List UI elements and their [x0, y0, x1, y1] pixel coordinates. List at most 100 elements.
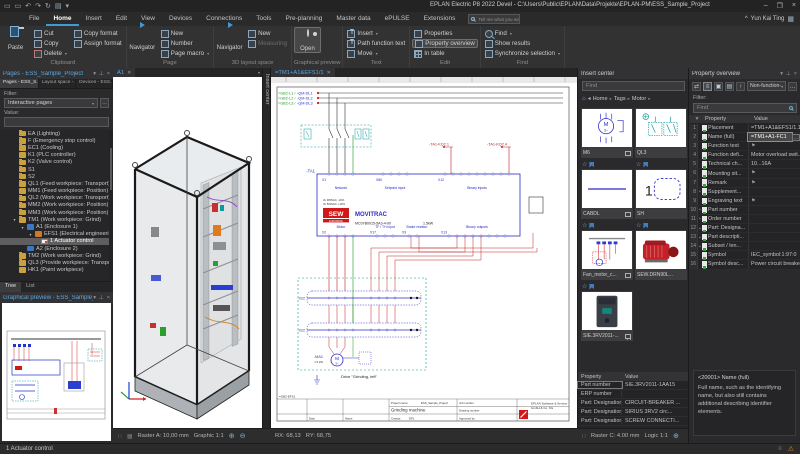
bookmark-icon[interactable]	[643, 223, 648, 229]
insert-text-button[interactable]: Insert▾	[345, 29, 407, 38]
favorite-star-icon[interactable]: ☆	[582, 222, 587, 229]
tree-item[interactable]: HK1 (Paint workpiece)	[0, 267, 109, 274]
qat-dropdown-icon[interactable]: ▾	[66, 2, 70, 10]
find-button[interactable]: Find▾	[483, 29, 562, 38]
list-icon[interactable]: ▤	[55, 2, 62, 10]
property-row[interactable]: 10 + Part number …	[689, 206, 800, 215]
refresh-icon[interactable]: ↻	[45, 2, 51, 10]
cut-button[interactable]: Cut	[32, 29, 69, 38]
new-document-icon[interactable]: ▭	[4, 2, 11, 10]
close-icon[interactable]: ×	[107, 295, 110, 301]
collapse-ribbon-icon[interactable]: ^	[745, 16, 748, 22]
dock-icon[interactable]: ∷	[582, 433, 586, 440]
property-row[interactable]: 9 Engraving text …	[689, 197, 800, 206]
tree-item[interactable]: S1	[0, 166, 109, 173]
layout-navigator-button[interactable]: Navigator	[216, 27, 243, 51]
tree-item[interactable]: ▾ TM1 (Work workpiece: Grind)	[0, 216, 109, 223]
ribbon-tab[interactable]: File	[22, 13, 46, 26]
column-header-value[interactable]: Value	[622, 374, 641, 380]
tree-item[interactable]: TM2 (Work workpiece: Grind)	[0, 252, 109, 259]
tab-tree[interactable]: Tree	[0, 282, 21, 292]
copy-button[interactable]: Copy	[32, 39, 69, 48]
property-row[interactable]: 8 + Supplement... …	[689, 188, 800, 197]
favorite-star-icon[interactable]: ☆	[636, 161, 641, 168]
ribbon-tab[interactable]: Devices	[162, 13, 199, 26]
restore-button[interactable]: ❐	[777, 2, 783, 10]
pin-icon[interactable]: ⊥	[786, 71, 791, 77]
tab-list[interactable]: List	[21, 282, 40, 292]
tree-item[interactable]: MM2 (Work workpiece: Position)	[0, 202, 109, 209]
tab-schematic[interactable]: =TM1+A1&EFS1/1✕	[271, 68, 335, 77]
ribbon-tab[interactable]: Master data	[329, 13, 377, 26]
preview-canvas[interactable]	[2, 303, 111, 441]
expand-arrow[interactable]: ▾	[28, 232, 33, 237]
home-icon[interactable]: ⌂	[582, 96, 586, 102]
minimize-button[interactable]: –	[764, 2, 768, 10]
open-project-icon[interactable]: ▭	[15, 2, 22, 10]
ribbon-tab[interactable]: Tools	[249, 13, 278, 26]
tree-item[interactable]: MM1 (Feed workpiece: Position)	[0, 188, 109, 195]
tab-devices[interactable]: Devices - ESS...	[76, 79, 113, 88]
pin-icon[interactable]: ⊥	[99, 71, 104, 77]
layers-icon[interactable]: ▤	[725, 82, 734, 91]
undo-icon[interactable]: ↶	[25, 2, 31, 10]
export-icon[interactable]: ↑	[736, 82, 745, 91]
tree-item[interactable]: 1 Actuator control	[0, 238, 109, 245]
property-row[interactable]: 4 Function defi... Motor overload swit..…	[689, 151, 800, 160]
pin-icon[interactable]: ⊥	[99, 295, 104, 301]
redo-icon[interactable]: ↷	[35, 2, 41, 10]
new-layout-button[interactable]: New	[246, 29, 289, 38]
insert-item[interactable]: ☆ 1 SH	[635, 160, 687, 219]
property-row[interactable]: 16 Symbol desc... Power circuit breake..…	[689, 260, 800, 269]
column-header-value[interactable]: Value	[754, 116, 768, 122]
tree-item[interactable]: ▾ EFS1 (Electrical engineerin...	[0, 231, 109, 238]
crumb-tags[interactable]: Tags	[614, 96, 626, 102]
tab-3d-layout[interactable]: A1✕	[113, 68, 135, 77]
part-property-row[interactable]: Part: Designation 3 SCREW CONNECTI...	[578, 417, 688, 426]
part-property-row[interactable]: ERP number	[578, 390, 688, 399]
close-tab-icon[interactable]: ✕	[327, 70, 331, 76]
close-tab-icon[interactable]: ✕	[127, 70, 131, 76]
insert-center-find-input[interactable]	[582, 81, 685, 91]
scheme-dropdown[interactable]: Non-function- ▾	[747, 81, 786, 91]
property-row[interactable]: 11 + Order number …	[689, 215, 800, 224]
tree-item[interactable]: A2 (Enclosure 2)	[0, 245, 109, 252]
tab-layout-space[interactable]: Layout space -...	[39, 79, 76, 88]
property-row[interactable]: 15 Symbol IEC_symbol:1:97:0 …	[689, 251, 800, 260]
new-page-button[interactable]: New	[159, 29, 211, 38]
part-property-row[interactable]: Part number SIE.3RV2011-1AA15	[578, 381, 688, 390]
synchronize-selection-button[interactable]: Synchronize selection▾	[483, 49, 562, 58]
tree-item[interactable]: MM3 (Work workpiece: Position)	[0, 209, 109, 216]
ribbon-tab[interactable]: ePULSE	[378, 13, 417, 26]
property-row[interactable]: 14 + Subset / len... …	[689, 242, 800, 251]
ribbon-tab[interactable]: View	[134, 13, 162, 26]
ribbon-tab[interactable]: Home	[46, 13, 78, 26]
back-icon[interactable]: ◂	[588, 95, 591, 102]
ribbon-tab[interactable]: Edit	[109, 13, 134, 26]
paste-button[interactable]: Paste	[2, 27, 29, 51]
filter-more-button[interactable]: …	[100, 98, 109, 108]
tree-item[interactable]: K1 (PLC controller)	[0, 152, 109, 159]
insert-center-collapsed-tab[interactable]: Insert center	[262, 68, 271, 428]
tell-me-search[interactable]	[468, 14, 520, 24]
apps-grid-icon[interactable]: ▦	[787, 15, 794, 23]
insert-item[interactable]: ☆ Fan_motor_c...	[581, 221, 633, 280]
tree-item[interactable]: EC1 (Cooling)	[0, 144, 109, 151]
assign-format-button[interactable]: Assign format	[72, 39, 124, 48]
column-header-property[interactable]: Property	[578, 374, 622, 380]
property-row[interactable]: 6 Mounting sit... …	[689, 169, 800, 178]
insert-item[interactable]: ☆ SEW.DRN90L...	[635, 221, 687, 280]
layout-3d-canvas[interactable]	[113, 77, 262, 428]
favorite-star-icon[interactable]: ☆	[582, 283, 587, 290]
tree-item[interactable]: K2 (Valve control)	[0, 159, 109, 166]
zoom-out-icon[interactable]: ⊖	[240, 432, 246, 440]
schematic-canvas[interactable]: =GB2-L1 / =GB2-L2 / =GB2-L3 / -QM-DL1 -Q…	[271, 77, 577, 428]
ribbon-tab[interactable]: Extensions	[417, 13, 463, 26]
move-button[interactable]: Move▾	[345, 49, 407, 58]
page-navigator-button[interactable]: Navigator	[129, 27, 156, 51]
in-table-button[interactable]: In table	[412, 49, 478, 58]
measuring-button[interactable]: Measuring	[246, 39, 289, 48]
tree-item[interactable]: QL1 (Feed workpiece: Transport)	[0, 180, 109, 187]
messages-icon[interactable]: ≡	[778, 446, 782, 452]
filter-dropdown[interactable]: Interactive pages ▾	[4, 98, 98, 108]
